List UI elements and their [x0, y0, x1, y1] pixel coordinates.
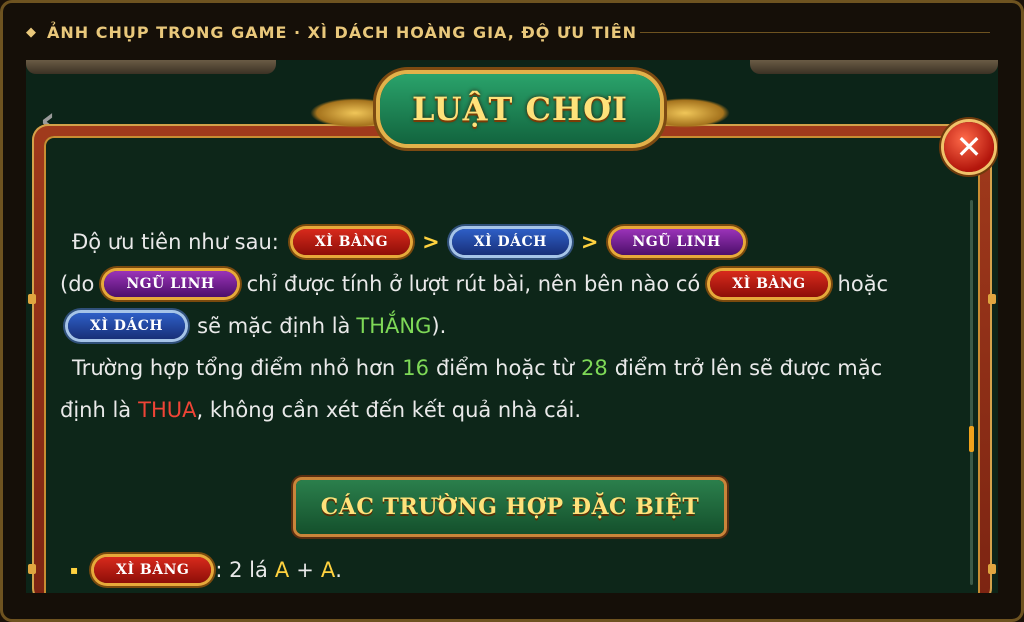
special-cases-label: CÁC TRƯỜNG HỢP ĐẶC BIỆT	[320, 494, 700, 520]
panel-rivet-icon	[988, 294, 996, 304]
score-rule-line-2: định là THUA , không cần xét đến kết quả…	[60, 390, 581, 430]
close-button[interactable]: ✕	[944, 122, 994, 172]
win-label: THẮNG	[356, 314, 432, 338]
bullet-icon: ▪	[70, 563, 79, 577]
background-bar-right	[750, 60, 998, 74]
background-bar-left	[26, 60, 276, 74]
special-cases-header: CÁC TRƯỜNG HỢP ĐẶC BIỆT	[296, 480, 724, 534]
score-rule-c: điểm trở lên sẽ được mặc	[614, 356, 883, 380]
scrollbar-track[interactable]	[970, 200, 973, 585]
badge-ngu-linh: NGŨ LINH	[610, 229, 743, 255]
explanation-or: hoặc	[837, 272, 889, 296]
explanation-open: (do	[60, 272, 95, 296]
score-rule-e: , không cần xét đến kết quả nhà cái.	[196, 398, 582, 422]
period: .	[335, 558, 342, 582]
list-item: ▪ XÌ BÀNG : 2 lá A + A .	[70, 552, 342, 588]
explanation-line-1: (do NGŨ LINH chỉ được tính ở lượt rút bà…	[60, 264, 888, 304]
badge-xi-dach: XÌ DÁCH	[68, 313, 186, 339]
badge-xi-bang: XÌ BÀNG	[710, 271, 828, 297]
card-a: A	[274, 558, 290, 582]
game-screenshot: ‹ LUẬT CHƠI ✕ Độ ưu tiên như sau: XÌ BÀN…	[26, 60, 998, 593]
title-header: LUẬT CHƠI	[310, 68, 730, 154]
greater-than-symbol: >	[580, 230, 599, 254]
score-rule-a: Trường hợp tổng điểm nhỏ hơn	[72, 356, 396, 380]
panel-rivet-icon	[28, 564, 36, 574]
greater-than-symbol: >	[422, 230, 440, 254]
scrollbar-thumb[interactable]	[969, 426, 974, 452]
panel-rivet-icon	[988, 564, 996, 574]
plus-symbol: +	[296, 558, 314, 582]
lose-label: THUA	[138, 398, 197, 422]
badge-xi-bang: XÌ BÀNG	[94, 557, 212, 583]
score-rule-b: điểm hoặc từ	[435, 356, 574, 380]
title-plaque: LUẬT CHƠI	[380, 74, 660, 144]
badge-ngu-linh: NGŨ LINH	[104, 271, 237, 297]
explanation-close: ).	[431, 314, 447, 338]
score-rule-line-1: Trường hợp tổng điểm nhỏ hơn 16 điểm hoặ…	[72, 348, 882, 388]
diamond-icon: ◆	[26, 24, 37, 40]
screenshot-caption: ◆ ẢNH CHỤP TRONG GAME · XÌ DÁCH HOÀNG GI…	[26, 20, 637, 44]
score-rule-d: định là	[60, 398, 132, 422]
close-icon: ✕	[955, 128, 983, 166]
explanation-line-2: XÌ DÁCH sẽ mặc định là THẮNG ).	[64, 306, 446, 346]
panel-title: LUẬT CHƠI	[412, 90, 628, 128]
score-16: 16	[402, 356, 429, 380]
explanation-mid: chỉ được tính ở lượt rút bài, nên bên nà…	[246, 272, 701, 296]
panel-rivet-icon	[28, 294, 36, 304]
badge-xi-dach: XÌ DÁCH	[451, 229, 569, 255]
caption-text: ẢNH CHỤP TRONG GAME · XÌ DÁCH HOÀNG GIA,…	[47, 22, 638, 42]
badge-xi-bang: XÌ BÀNG	[292, 229, 411, 255]
priority-line: Độ ưu tiên như sau: XÌ BÀNG > XÌ DÁCH > …	[72, 220, 747, 264]
special-item-text: : 2 lá	[215, 558, 268, 582]
card-a: A	[320, 558, 336, 582]
priority-prefix: Độ ưu tiên như sau:	[72, 230, 279, 254]
score-28: 28	[580, 356, 608, 380]
explanation-default: sẽ mặc định là	[197, 314, 351, 338]
caption-divider	[640, 32, 990, 33]
